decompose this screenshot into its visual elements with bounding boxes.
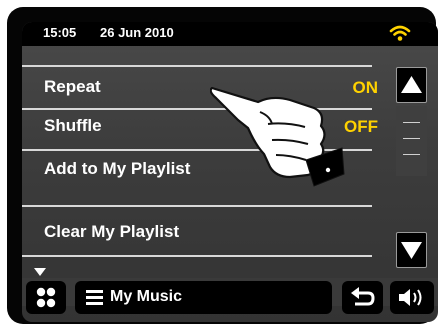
grip-line bbox=[403, 122, 420, 123]
menu-divider bbox=[22, 205, 372, 207]
source-label: My Music bbox=[110, 288, 183, 305]
clock-date: 26 Jun 2010 bbox=[100, 25, 174, 40]
top-divider bbox=[22, 65, 372, 67]
source-menu-button[interactable]: My Music bbox=[75, 281, 332, 314]
volume-button[interactable] bbox=[390, 281, 434, 314]
triangle-up-icon bbox=[401, 76, 422, 93]
four-dots-menu-icon bbox=[36, 287, 56, 308]
scroll-down-button[interactable] bbox=[396, 232, 427, 268]
home-button[interactable] bbox=[26, 281, 66, 314]
menu-item-clear-playlist[interactable]: Clear My Playlist bbox=[22, 215, 394, 253]
menu-item-label: Shuffle bbox=[44, 116, 102, 135]
status-bar: 15:05 26 Jun 2010 bbox=[22, 22, 438, 46]
menu-item-label: Clear My Playlist bbox=[44, 222, 180, 241]
triangle-down-small-icon bbox=[34, 268, 46, 276]
touch-screen: 15:05 26 Jun 2010 Repeat ON Shuffle OFF … bbox=[22, 22, 438, 322]
shuffle-status-value: OFF bbox=[344, 117, 378, 136]
back-button[interactable] bbox=[342, 281, 383, 314]
speaker-volume-icon bbox=[399, 289, 422, 306]
clock-time: 15:05 bbox=[43, 25, 77, 40]
wifi-signal-icon bbox=[389, 25, 411, 41]
hamburger-list-icon bbox=[86, 290, 103, 305]
repeat-status-value: ON bbox=[352, 78, 379, 97]
scroll-up-button[interactable] bbox=[396, 67, 427, 103]
return-arrow-icon bbox=[351, 287, 375, 306]
menu-divider bbox=[22, 255, 372, 257]
scroll-thumb[interactable] bbox=[396, 106, 427, 176]
grip-line bbox=[403, 154, 420, 155]
triangle-down-icon bbox=[401, 242, 422, 259]
menu-item-label: Add to My Playlist bbox=[44, 159, 191, 178]
grip-line bbox=[403, 138, 420, 139]
menu-item-label: Repeat bbox=[44, 77, 101, 96]
pointing-hand-icon bbox=[210, 86, 345, 187]
